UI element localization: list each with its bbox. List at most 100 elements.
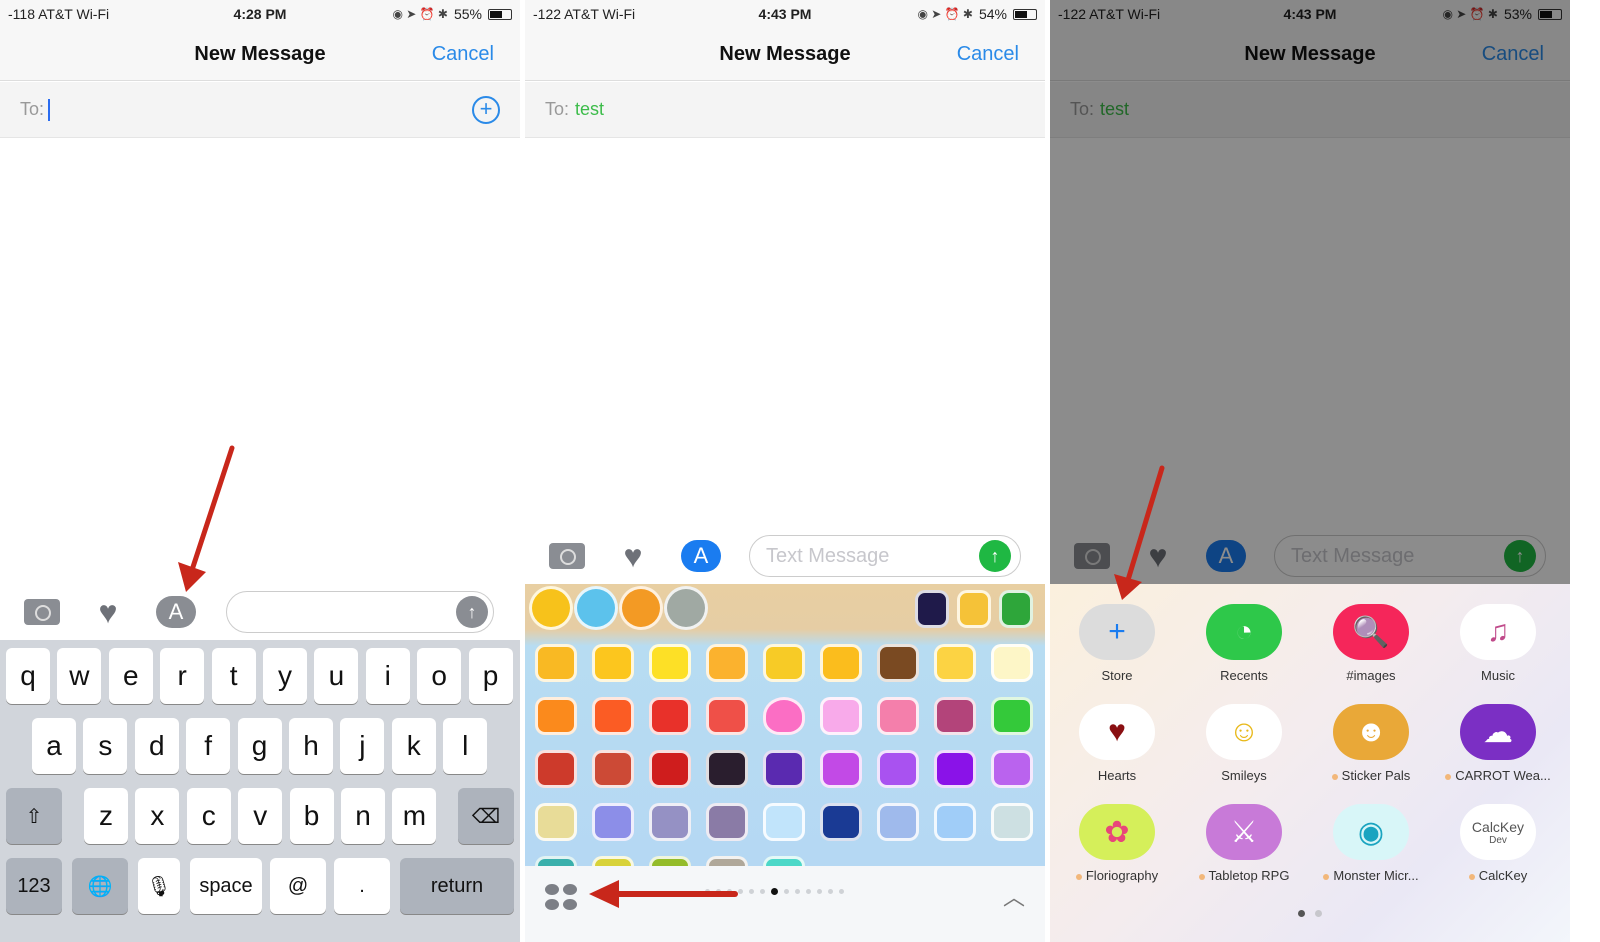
app-hearts[interactable]: ♥ Hearts	[1062, 704, 1172, 783]
app-sticker-pals[interactable]: ☻ Sticker Pals	[1316, 704, 1426, 783]
app-carrot-wea[interactable]: ☁ CARROT Wea...	[1443, 704, 1553, 783]
app-calckey[interactable]: CalcKey Dev CalcKey	[1443, 804, 1553, 883]
key-u[interactable]: u	[314, 648, 359, 704]
sticker[interactable]	[877, 644, 919, 682]
key-f[interactable]: f	[186, 718, 231, 774]
add-contact-icon[interactable]: +	[472, 95, 500, 124]
key-p[interactable]: p	[468, 648, 513, 704]
to-field[interactable]: To: +	[0, 82, 520, 138]
page-dot[interactable]	[806, 889, 811, 894]
key-a[interactable]: a	[32, 718, 76, 774]
key-k[interactable]: k	[391, 718, 436, 774]
return-key[interactable]: return	[400, 858, 514, 914]
key-e[interactable]: e	[108, 648, 153, 704]
message-input[interactable]	[226, 591, 494, 633]
key-o[interactable]: o	[417, 648, 462, 704]
send-button[interactable]: ↑	[979, 540, 1011, 572]
key-d[interactable]: d	[134, 718, 179, 774]
cancel-button[interactable]: Cancel	[432, 43, 494, 66]
page-dot[interactable]	[817, 889, 822, 894]
send-button[interactable]: ↑	[456, 596, 488, 628]
app-floriography[interactable]: ✿ Floriography	[1062, 804, 1172, 883]
page-dot[interactable]	[839, 889, 844, 894]
page-dot[interactable]	[784, 889, 789, 894]
app-store[interactable]: + Store	[1062, 604, 1172, 683]
key-l[interactable]: l	[443, 718, 488, 774]
page-dot[interactable]	[771, 888, 778, 895]
app-music[interactable]: ♫ Music	[1443, 604, 1553, 683]
cancel-button[interactable]: Cancel	[957, 43, 1019, 66]
recent-sticker[interactable]	[619, 586, 663, 630]
at-key[interactable]: @	[270, 858, 326, 914]
sticker[interactable]	[763, 697, 805, 735]
app-monster-micr[interactable]: ◉ Monster Micr...	[1316, 804, 1426, 883]
key-y[interactable]: y	[263, 648, 307, 704]
sticker[interactable]	[706, 644, 748, 682]
numbers-key[interactable]: 123	[6, 858, 62, 914]
key-b[interactable]: b	[289, 788, 334, 844]
key-c[interactable]: c	[186, 788, 231, 844]
sticker[interactable]	[934, 697, 976, 735]
page-dot[interactable]	[795, 889, 800, 894]
sticker[interactable]	[820, 803, 862, 841]
key-j[interactable]: j	[340, 718, 385, 774]
delete-key[interactable]: ⌫	[458, 788, 514, 844]
sticker[interactable]	[763, 644, 805, 682]
page-dot[interactable]	[749, 889, 754, 894]
sticker[interactable]	[763, 750, 805, 788]
sticker[interactable]	[706, 803, 748, 841]
sticker[interactable]	[763, 803, 805, 841]
page-dot[interactable]	[1298, 910, 1305, 917]
key-w[interactable]: w	[57, 648, 102, 704]
key-s[interactable]: s	[83, 718, 128, 774]
key-n[interactable]: n	[341, 788, 385, 844]
recent-sticker[interactable]	[574, 586, 618, 630]
sticker[interactable]	[535, 750, 577, 788]
sticker[interactable]	[991, 750, 1033, 788]
sticker[interactable]	[877, 750, 919, 788]
recent-sticker[interactable]	[529, 586, 573, 630]
sticker[interactable]	[535, 803, 577, 841]
globe-key[interactable]: 🌐	[72, 858, 128, 914]
digital-touch-button[interactable]: ♥	[613, 540, 653, 572]
to-field[interactable]: To: test	[525, 82, 1045, 138]
dim-overlay[interactable]	[1050, 0, 1570, 584]
sticker[interactable]	[535, 697, 577, 735]
sticker[interactable]	[934, 644, 976, 682]
sticker[interactable]	[592, 644, 634, 682]
page-dot[interactable]	[727, 889, 732, 894]
drawer-page-indicator[interactable]	[1050, 910, 1570, 917]
page-dot[interactable]	[1315, 910, 1322, 917]
recent-sticker[interactable]	[915, 590, 949, 628]
recent-sticker[interactable]	[664, 586, 708, 630]
recipient-token[interactable]: test	[575, 99, 604, 120]
sticker[interactable]	[820, 644, 862, 682]
app-tabletop-rpg[interactable]: ⚔ Tabletop RPG	[1189, 804, 1299, 883]
sticker[interactable]	[934, 750, 976, 788]
sticker[interactable]	[877, 697, 919, 735]
period-key[interactable]: .	[334, 858, 390, 914]
sticker[interactable]	[820, 697, 862, 735]
key-v[interactable]: v	[238, 788, 283, 844]
sticker[interactable]	[877, 803, 919, 841]
sticker[interactable]	[991, 697, 1033, 735]
recent-sticker[interactable]	[957, 590, 991, 628]
sticker[interactable]	[592, 697, 634, 735]
dictation-key[interactable]: 🎙	[138, 858, 180, 914]
camera-button[interactable]	[547, 541, 587, 571]
key-h[interactable]: h	[289, 718, 333, 774]
sticker[interactable]	[535, 644, 577, 682]
app-store-button[interactable]: A	[681, 540, 721, 572]
key-t[interactable]: t	[211, 648, 256, 704]
sticker[interactable]	[649, 803, 691, 841]
key-i[interactable]: i	[365, 648, 410, 704]
app--images[interactable]: 🔍 #images	[1316, 604, 1426, 683]
sticker[interactable]	[991, 803, 1033, 841]
chevron-up-icon[interactable]: ︿	[1003, 880, 1025, 912]
sticker[interactable]	[649, 697, 691, 735]
page-indicator[interactable]	[705, 888, 844, 895]
app-drawer-icon[interactable]	[545, 884, 577, 910]
digital-touch-button[interactable]: ♥	[88, 596, 128, 628]
page-dot[interactable]	[760, 889, 765, 894]
page-dot[interactable]	[716, 889, 721, 894]
